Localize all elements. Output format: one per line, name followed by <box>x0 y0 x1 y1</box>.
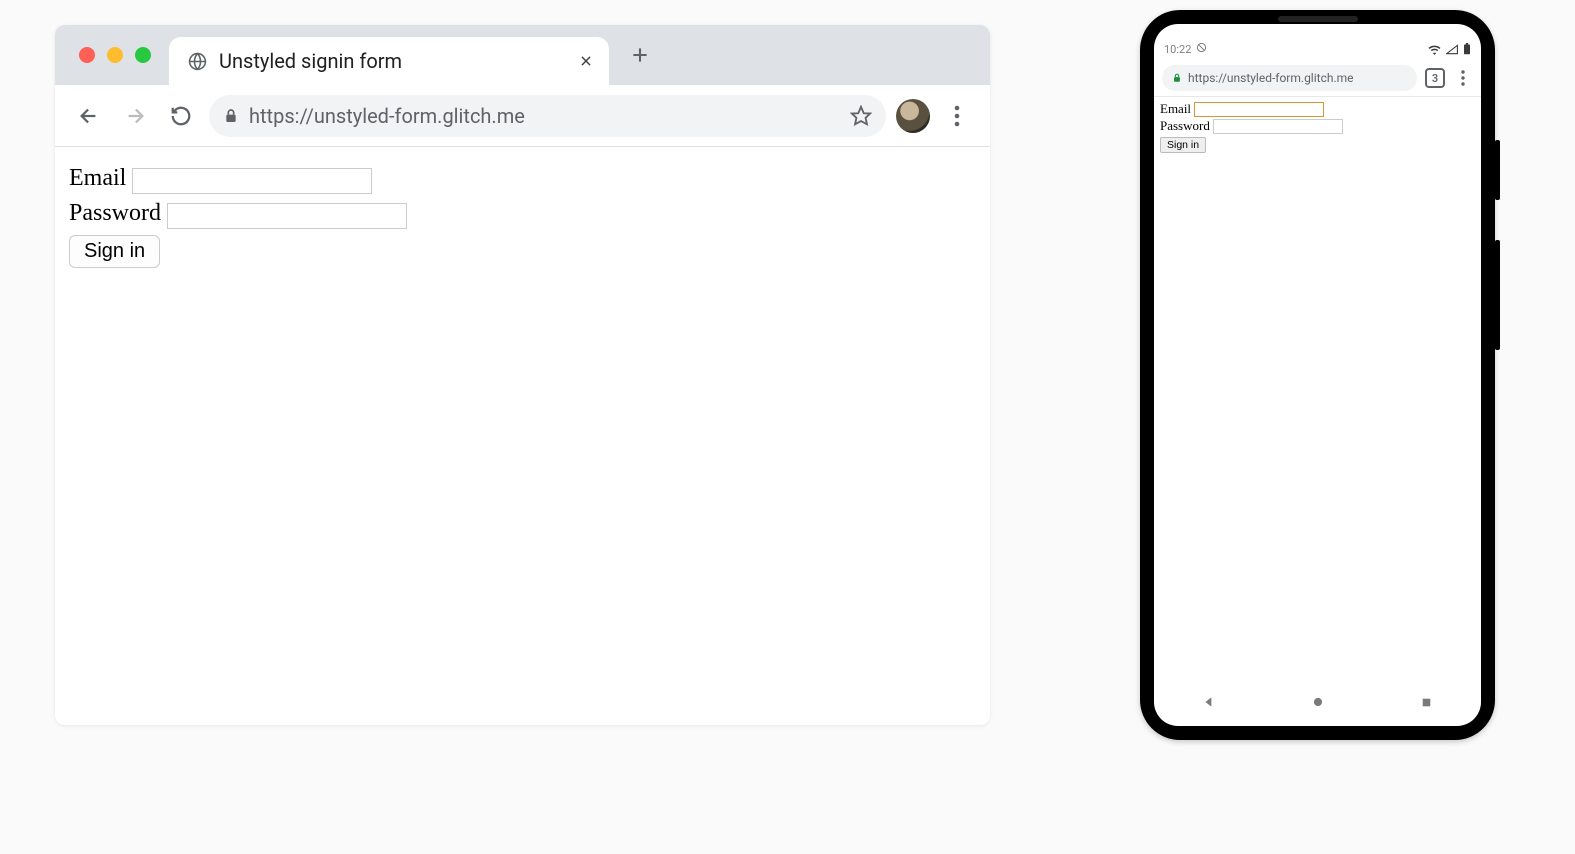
status-time: 10:22 <box>1164 43 1191 56</box>
phone-password-label: Password <box>1160 118 1210 134</box>
phone-lock-icon <box>1172 73 1182 83</box>
password-label: Password <box>69 200 161 226</box>
profile-avatar[interactable] <box>896 99 930 133</box>
window-zoom-icon[interactable] <box>135 47 151 63</box>
phone-power-button <box>1495 140 1500 200</box>
phone-address-bar[interactable]: https://unstyled-form.glitch.me <box>1162 65 1417 91</box>
phone-menu-button[interactable] <box>1453 70 1473 86</box>
tab-title: Unstyled signin form <box>219 49 563 73</box>
phone-url-text: https://unstyled-form.glitch.me <box>1188 71 1354 85</box>
phone-tabs-button[interactable]: 3 <box>1425 68 1445 88</box>
phone-signin-button[interactable]: Sign in <box>1160 137 1206 153</box>
phone-device-frame: 10:22 <box>1140 10 1495 740</box>
globe-icon <box>187 51 207 71</box>
forward-button[interactable] <box>117 98 153 134</box>
wifi-icon <box>1428 44 1441 55</box>
battery-icon <box>1463 43 1471 55</box>
phone-url-bar: https://unstyled-form.glitch.me 3 <box>1154 60 1481 96</box>
phone-email-label: Email <box>1160 101 1191 117</box>
phone-password-input[interactable] <box>1213 119 1343 134</box>
bookmark-star-icon[interactable] <box>850 105 872 127</box>
tab-strip: Unstyled signin form <box>55 25 990 85</box>
desktop-browser-window: Unstyled signin form https://unstyled-fo… <box>55 25 990 725</box>
url-text: https://unstyled-form.glitch.me <box>249 104 840 128</box>
window-controls <box>79 47 151 63</box>
tab-close-icon[interactable] <box>575 50 597 72</box>
no-entry-icon <box>1196 42 1207 56</box>
phone-page-content: Email Password Sign in <box>1154 97 1481 678</box>
phone-home-button[interactable] <box>1307 691 1329 713</box>
phone-screen: 10:22 <box>1154 24 1481 726</box>
reload-button[interactable] <box>163 98 199 134</box>
signal-icon <box>1446 44 1458 55</box>
browser-menu-button[interactable] <box>940 105 974 127</box>
password-input[interactable] <box>167 203 407 229</box>
address-bar[interactable]: https://unstyled-form.glitch.me <box>209 95 886 137</box>
phone-tab-count: 3 <box>1432 72 1438 85</box>
phone-volume-button <box>1495 240 1500 350</box>
window-close-icon[interactable] <box>79 47 95 63</box>
page-content: Email Password Sign in <box>55 147 990 725</box>
lock-icon <box>223 108 239 124</box>
phone-recent-button[interactable] <box>1416 691 1438 713</box>
browser-toolbar: https://unstyled-form.glitch.me <box>55 85 990 147</box>
signin-button[interactable]: Sign in <box>69 235 160 268</box>
phone-back-button[interactable] <box>1198 691 1220 713</box>
phone-status-bar: 10:22 <box>1154 38 1481 60</box>
browser-tab[interactable]: Unstyled signin form <box>169 37 609 85</box>
email-label: Email <box>69 165 126 191</box>
new-tab-button[interactable] <box>623 38 657 72</box>
phone-nav-bar <box>1154 678 1481 726</box>
phone-email-input[interactable] <box>1194 102 1324 117</box>
phone-speaker <box>1278 16 1358 22</box>
email-input[interactable] <box>132 168 372 194</box>
window-minimize-icon[interactable] <box>107 47 123 63</box>
back-button[interactable] <box>71 98 107 134</box>
